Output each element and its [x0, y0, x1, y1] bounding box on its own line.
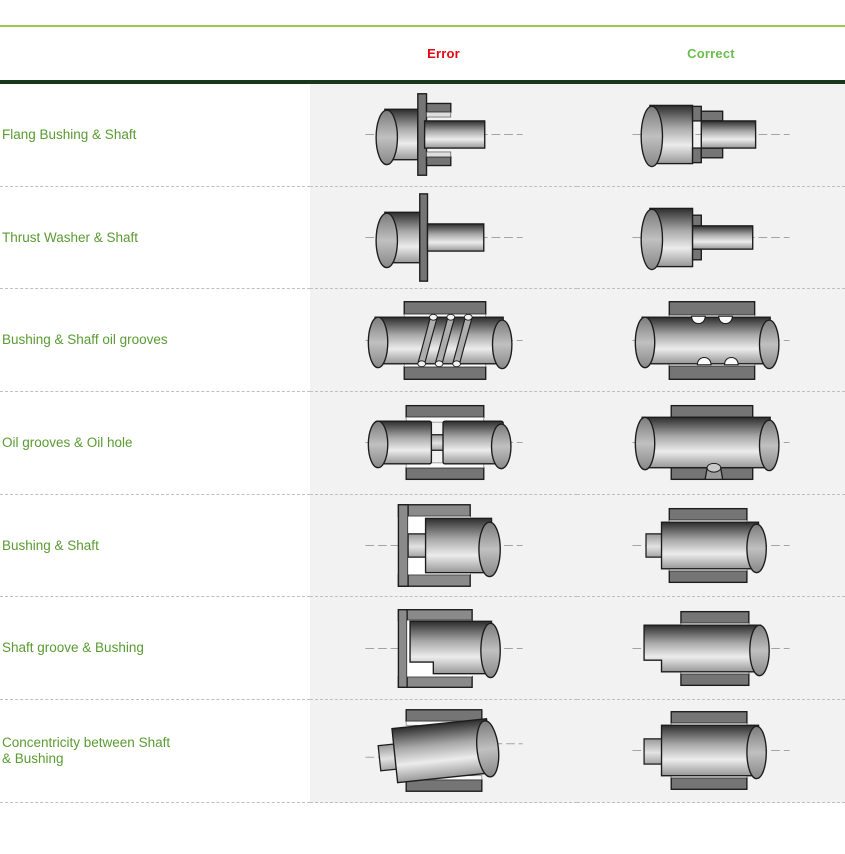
row-label-bushing-shaft: Bushing & Shaft — [0, 495, 310, 598]
shaft-tilted-in-bushing-diagram — [359, 702, 529, 799]
error-cell-oil-hole — [310, 392, 577, 495]
spiral-oil-grooves-on-shaft-diagram — [359, 292, 529, 389]
shaft-groove-inside-bushing-diagram — [359, 600, 529, 697]
correct-cell-shaft-groove — [577, 597, 845, 700]
shaft-groove-outside-bushing-diagram — [626, 600, 796, 697]
row-label-concentricity: Concentricity between Shaft & Bushing — [0, 700, 310, 803]
flange-bushing-flush-diagram — [626, 86, 796, 183]
correct-cell-bushing-shaft — [577, 495, 845, 598]
flange-bushing-protruding-diagram — [359, 86, 529, 183]
error-cell-oil-grooves — [310, 289, 577, 392]
error-cell-bushing-shaft — [310, 495, 577, 598]
thrust-washer-oversized-diagram — [359, 189, 529, 286]
correct-cell-flang-bushing — [577, 84, 845, 187]
bushing-fitted-to-shaft-diagram — [626, 497, 796, 594]
deep-groove-in-shaft-diagram — [359, 394, 529, 491]
row-label-thrust-washer: Thrust Washer & Shaft — [0, 187, 310, 290]
row-label-oil-hole: Oil grooves & Oil hole — [0, 392, 310, 495]
table-header: Error Correct — [0, 27, 845, 80]
correct-column-header: Correct — [577, 46, 845, 61]
correct-cell-concentricity — [577, 700, 845, 803]
shaft-concentric-in-bushing-diagram — [626, 702, 796, 799]
correct-cell-oil-hole — [577, 392, 845, 495]
error-column-header: Error — [310, 46, 577, 61]
thrust-washer-flush-diagram — [626, 189, 796, 286]
correct-cell-oil-grooves — [577, 289, 845, 392]
error-cell-concentricity — [310, 700, 577, 803]
correct-cell-thrust-washer — [577, 187, 845, 290]
error-cell-flang-bushing — [310, 84, 577, 187]
oil-hole-in-bushing-diagram — [626, 394, 796, 491]
row-label-oil-grooves: Bushing & Shaff oil grooves — [0, 289, 310, 392]
error-cell-thrust-washer — [310, 187, 577, 290]
row-label-shaft-groove: Shaft groove & Bushing — [0, 597, 310, 700]
bushing-loose-clearance-diagram — [359, 497, 529, 594]
oil-grooves-in-bushing-diagram — [626, 292, 796, 389]
row-label-flang-bushing: Flang Bushing & Shaft — [0, 84, 310, 187]
comparison-table: Flang Bushing & Shaft Thrust Washer & Sh… — [0, 84, 845, 803]
error-cell-shaft-groove — [310, 597, 577, 700]
